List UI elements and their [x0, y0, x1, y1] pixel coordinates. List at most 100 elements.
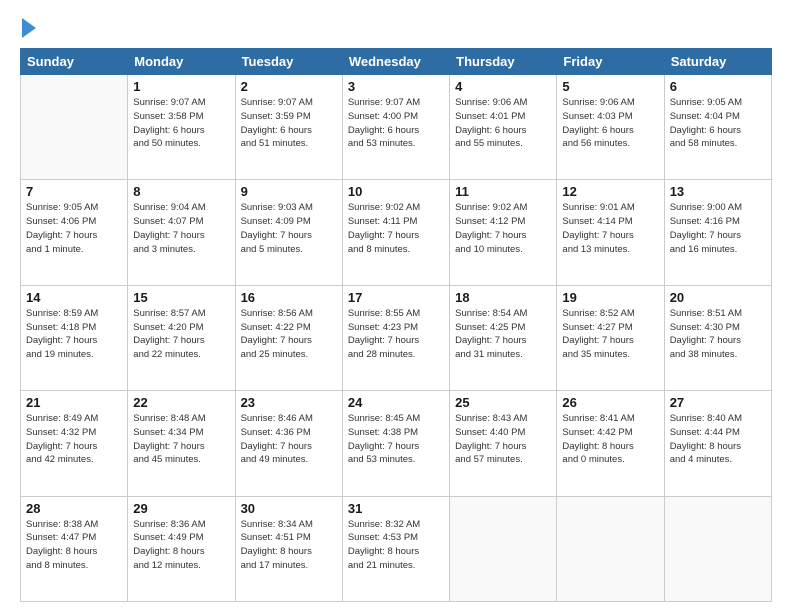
calendar-day-header: Thursday	[450, 49, 557, 75]
calendar-cell: 19 Sunrise: 8:52 AM Sunset: 4:27 PM Dayli…	[557, 285, 664, 390]
day-number: 31	[348, 501, 444, 516]
calendar-week-row: 14 Sunrise: 8:59 AM Sunset: 4:18 PM Dayli…	[21, 285, 772, 390]
day-info: Sunrise: 9:04 AM Sunset: 4:07 PM Dayligh…	[133, 201, 229, 256]
day-number: 16	[241, 290, 337, 305]
calendar-cell: 11 Sunrise: 9:02 AM Sunset: 4:12 PM Dayli…	[450, 180, 557, 285]
header	[20, 18, 772, 38]
day-number: 29	[133, 501, 229, 516]
day-number: 2	[241, 79, 337, 94]
day-info: Sunrise: 9:02 AM Sunset: 4:11 PM Dayligh…	[348, 201, 444, 256]
day-number: 27	[670, 395, 766, 410]
day-info: Sunrise: 8:34 AM Sunset: 4:51 PM Dayligh…	[241, 518, 337, 573]
calendar-cell: 18Sunrise: 8:54 AM Sunset: 4:25 PM Dayli…	[450, 285, 557, 390]
calendar-week-row: 21 Sunrise: 8:49 AM Sunset: 4:32 PM Dayli…	[21, 391, 772, 496]
calendar-cell: 3 Sunrise: 9:07 AM Sunset: 4:00 PM Daylig…	[342, 75, 449, 180]
calendar-cell: 5 Sunrise: 9:06 AM Sunset: 4:03 PM Daylig…	[557, 75, 664, 180]
day-info: Sunrise: 8:54 AM Sunset: 4:25 PM Dayligh…	[455, 307, 551, 362]
day-info: Sunrise: 8:49 AM Sunset: 4:32 PM Dayligh…	[26, 412, 122, 467]
day-info: Sunrise: 9:02 AM Sunset: 4:12 PM Dayligh…	[455, 201, 551, 256]
calendar-day-header: Friday	[557, 49, 664, 75]
day-info: Sunrise: 8:32 AM Sunset: 4:53 PM Dayligh…	[348, 518, 444, 573]
calendar-week-row: 1 Sunrise: 9:07 AM Sunset: 3:58 PM Daylig…	[21, 75, 772, 180]
day-number: 17	[348, 290, 444, 305]
logo-arrow-icon	[22, 18, 36, 38]
calendar-cell	[557, 496, 664, 601]
day-info: Sunrise: 8:51 AM Sunset: 4:30 PM Dayligh…	[670, 307, 766, 362]
day-number: 13	[670, 184, 766, 199]
calendar-day-header: Tuesday	[235, 49, 342, 75]
page: SundayMondayTuesdayWednesdayThursdayFrid…	[0, 0, 792, 612]
day-number: 11	[455, 184, 551, 199]
calendar-cell: 27 Sunrise: 8:40 AM Sunset: 4:44 PM Dayli…	[664, 391, 771, 496]
day-number: 12	[562, 184, 658, 199]
day-info: Sunrise: 9:07 AM Sunset: 3:59 PM Dayligh…	[241, 96, 337, 151]
calendar-cell: 16 Sunrise: 8:56 AM Sunset: 4:22 PM Dayli…	[235, 285, 342, 390]
calendar-day-header: Wednesday	[342, 49, 449, 75]
day-number: 14	[26, 290, 122, 305]
calendar-week-row: 7 Sunrise: 9:05 AM Sunset: 4:06 PM Daylig…	[21, 180, 772, 285]
day-info: Sunrise: 8:56 AM Sunset: 4:22 PM Dayligh…	[241, 307, 337, 362]
calendar-cell: 24Sunrise: 8:45 AM Sunset: 4:38 PM Dayli…	[342, 391, 449, 496]
day-number: 6	[670, 79, 766, 94]
day-info: Sunrise: 8:59 AM Sunset: 4:18 PM Dayligh…	[26, 307, 122, 362]
day-number: 22	[133, 395, 229, 410]
day-info: Sunrise: 8:48 AM Sunset: 4:34 PM Dayligh…	[133, 412, 229, 467]
day-info: Sunrise: 9:07 AM Sunset: 4:00 PM Dayligh…	[348, 96, 444, 151]
day-number: 7	[26, 184, 122, 199]
calendar-cell: 26 Sunrise: 8:41 AM Sunset: 4:42 PM Dayli…	[557, 391, 664, 496]
day-info: Sunrise: 9:07 AM Sunset: 3:58 PM Dayligh…	[133, 96, 229, 151]
day-number: 23	[241, 395, 337, 410]
day-number: 25	[455, 395, 551, 410]
day-info: Sunrise: 8:43 AM Sunset: 4:40 PM Dayligh…	[455, 412, 551, 467]
calendar-cell: 1 Sunrise: 9:07 AM Sunset: 3:58 PM Daylig…	[128, 75, 235, 180]
day-info: Sunrise: 8:41 AM Sunset: 4:42 PM Dayligh…	[562, 412, 658, 467]
day-number: 5	[562, 79, 658, 94]
logo	[20, 18, 36, 38]
day-info: Sunrise: 9:06 AM Sunset: 4:03 PM Dayligh…	[562, 96, 658, 151]
day-info: Sunrise: 9:05 AM Sunset: 4:06 PM Dayligh…	[26, 201, 122, 256]
calendar-cell: 21 Sunrise: 8:49 AM Sunset: 4:32 PM Dayli…	[21, 391, 128, 496]
calendar-day-header: Saturday	[664, 49, 771, 75]
calendar-cell: 17Sunrise: 8:55 AM Sunset: 4:23 PM Dayli…	[342, 285, 449, 390]
calendar-cell: 20 Sunrise: 8:51 AM Sunset: 4:30 PM Dayli…	[664, 285, 771, 390]
day-number: 3	[348, 79, 444, 94]
calendar-cell: 10 Sunrise: 9:02 AM Sunset: 4:11 PM Dayli…	[342, 180, 449, 285]
calendar-cell: 23 Sunrise: 8:46 AM Sunset: 4:36 PM Dayli…	[235, 391, 342, 496]
day-number: 20	[670, 290, 766, 305]
calendar-cell	[450, 496, 557, 601]
calendar-cell: 28 Sunrise: 8:38 AM Sunset: 4:47 PM Dayli…	[21, 496, 128, 601]
day-number: 1	[133, 79, 229, 94]
day-info: Sunrise: 9:03 AM Sunset: 4:09 PM Dayligh…	[241, 201, 337, 256]
day-number: 9	[241, 184, 337, 199]
calendar-cell: 14 Sunrise: 8:59 AM Sunset: 4:18 PM Dayli…	[21, 285, 128, 390]
calendar-cell: 22 Sunrise: 8:48 AM Sunset: 4:34 PM Dayli…	[128, 391, 235, 496]
calendar-cell: 8Sunrise: 9:04 AM Sunset: 4:07 PM Daylig…	[128, 180, 235, 285]
calendar-cell: 7 Sunrise: 9:05 AM Sunset: 4:06 PM Daylig…	[21, 180, 128, 285]
day-number: 19	[562, 290, 658, 305]
calendar-cell: 9 Sunrise: 9:03 AM Sunset: 4:09 PM Daylig…	[235, 180, 342, 285]
calendar-cell: 15 Sunrise: 8:57 AM Sunset: 4:20 PM Dayli…	[128, 285, 235, 390]
day-info: Sunrise: 8:38 AM Sunset: 4:47 PM Dayligh…	[26, 518, 122, 573]
calendar-cell: 31 Sunrise: 8:32 AM Sunset: 4:53 PM Dayli…	[342, 496, 449, 601]
day-info: Sunrise: 9:06 AM Sunset: 4:01 PM Dayligh…	[455, 96, 551, 151]
calendar-cell: 2 Sunrise: 9:07 AM Sunset: 3:59 PM Daylig…	[235, 75, 342, 180]
day-number: 21	[26, 395, 122, 410]
day-info: Sunrise: 8:57 AM Sunset: 4:20 PM Dayligh…	[133, 307, 229, 362]
calendar-cell: 29Sunrise: 8:36 AM Sunset: 4:49 PM Dayli…	[128, 496, 235, 601]
calendar-cell: 4Sunrise: 9:06 AM Sunset: 4:01 PM Daylig…	[450, 75, 557, 180]
calendar-day-header: Sunday	[21, 49, 128, 75]
calendar-cell: 30Sunrise: 8:34 AM Sunset: 4:51 PM Dayli…	[235, 496, 342, 601]
calendar-cell: 25 Sunrise: 8:43 AM Sunset: 4:40 PM Dayli…	[450, 391, 557, 496]
day-number: 24	[348, 395, 444, 410]
day-number: 10	[348, 184, 444, 199]
day-number: 28	[26, 501, 122, 516]
day-info: Sunrise: 9:01 AM Sunset: 4:14 PM Dayligh…	[562, 201, 658, 256]
day-info: Sunrise: 9:05 AM Sunset: 4:04 PM Dayligh…	[670, 96, 766, 151]
day-number: 15	[133, 290, 229, 305]
day-info: Sunrise: 8:52 AM Sunset: 4:27 PM Dayligh…	[562, 307, 658, 362]
day-info: Sunrise: 8:46 AM Sunset: 4:36 PM Dayligh…	[241, 412, 337, 467]
day-number: 26	[562, 395, 658, 410]
day-info: Sunrise: 9:00 AM Sunset: 4:16 PM Dayligh…	[670, 201, 766, 256]
calendar-cell: 12 Sunrise: 9:01 AM Sunset: 4:14 PM Dayli…	[557, 180, 664, 285]
day-info: Sunrise: 8:40 AM Sunset: 4:44 PM Dayligh…	[670, 412, 766, 467]
